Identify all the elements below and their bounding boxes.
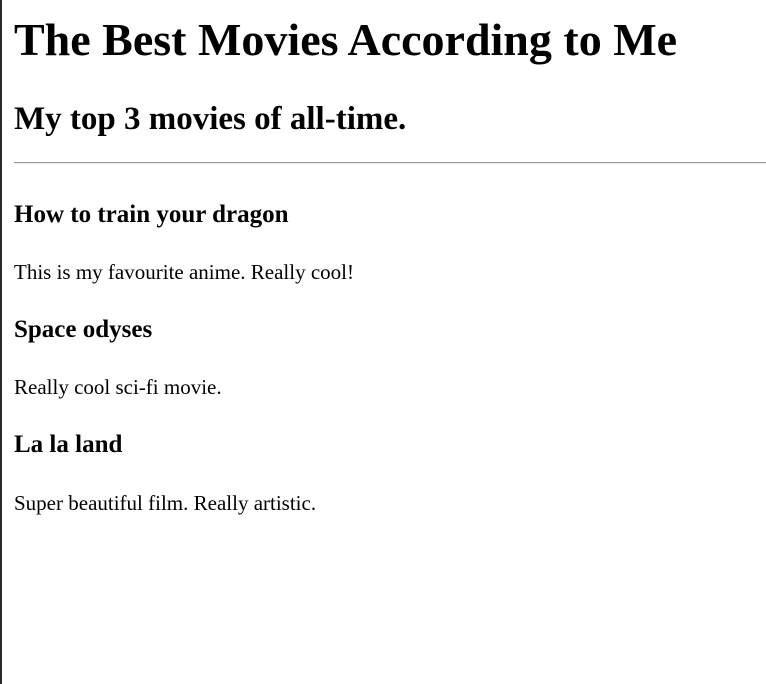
- movie-description-1: This is my favourite anime. Really cool!: [14, 260, 354, 284]
- horizontal-divider: [14, 162, 766, 164]
- movie-description-3: Super beautiful film. Really artistic.: [14, 491, 317, 515]
- page-title: The Best Movies According to Me: [14, 14, 678, 65]
- movie-description-2: Really cool sci-fi movie.: [14, 375, 222, 399]
- movie-title-1: How to train your dragon: [14, 201, 289, 228]
- window-left-border: [0, 0, 2, 684]
- movie-title-2: Space odyses: [14, 316, 153, 343]
- page-subtitle: My top 3 movies of all-time.: [14, 101, 407, 137]
- movie-title-3: La la land: [14, 431, 123, 458]
